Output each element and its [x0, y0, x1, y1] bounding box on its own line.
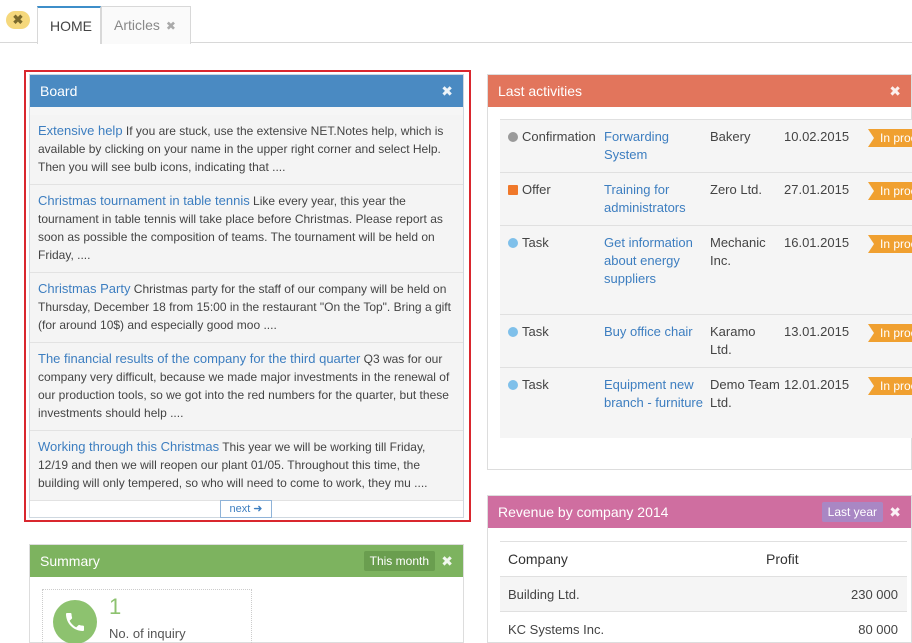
- inquiry-label: No. of inquiry: [109, 626, 186, 641]
- activity-type-label: Task: [522, 324, 549, 339]
- activity-date: 27.01.2015: [784, 182, 850, 197]
- summary-header: Summary This month ✖: [30, 545, 463, 577]
- revenue-title: Revenue by company 2014: [498, 504, 669, 520]
- list-item: Christmas tournament in table tennis Lik…: [30, 185, 463, 273]
- activity-subject-link[interactable]: Get information about energy suppliers: [604, 234, 704, 288]
- board-item-title-link[interactable]: Extensive help: [38, 123, 123, 138]
- activity-type: Confirmation: [508, 128, 598, 146]
- list-item: Extensive help If you are stuck, use the…: [30, 115, 463, 185]
- close-icon[interactable]: ✖: [166, 19, 176, 33]
- list-item: Christmas Party Christmas party for the …: [30, 273, 463, 343]
- phone-icon: [53, 600, 97, 643]
- activity-subject-link[interactable]: Forwarding System: [604, 128, 704, 164]
- activity-company: Mechanic Inc.: [710, 235, 766, 268]
- revenue-header: Revenue by company 2014 Last year ✖: [488, 496, 911, 528]
- table-row[interactable]: Confirmation Forwarding System Bakery 10.02…: [500, 119, 912, 172]
- board-item-title-link[interactable]: Christmas Party: [38, 281, 130, 296]
- activity-type-label: Task: [522, 235, 549, 250]
- tab-home[interactable]: HOME: [37, 6, 101, 44]
- inquiry-card: 1 No. of inquiry: [42, 589, 252, 643]
- activities-table: Confirmation Forwarding System Bakery 10.02…: [500, 119, 912, 438]
- activity-type-icon: [508, 132, 518, 142]
- activity-type: Task: [508, 376, 598, 394]
- board-item-title-link[interactable]: The financial results of the company for…: [38, 351, 360, 366]
- table-header-row: Company Profit: [500, 541, 907, 576]
- inquiry-count: 1: [109, 594, 122, 619]
- tab-bar: ✖ HOME Articles ✖: [0, 0, 912, 44]
- status-badge: In process: [868, 377, 912, 395]
- list-item: The financial results of the company for…: [30, 343, 463, 431]
- table-row[interactable]: Task Get information about energy supplie…: [500, 225, 912, 314]
- activity-type: Task: [508, 323, 598, 341]
- company-cell: Building Ltd.: [508, 587, 580, 602]
- activity-company: Karamo Ltd.: [710, 324, 756, 357]
- close-icon[interactable]: ✖: [889, 496, 901, 528]
- revenue-table: Company Profit Building Ltd. 230 000 KC …: [500, 541, 907, 643]
- activity-company: Zero Ltd.: [710, 182, 763, 197]
- activity-type-icon: [508, 380, 518, 390]
- table-row[interactable]: Offer Training for administrators Zero Ltd…: [500, 172, 912, 225]
- close-icon[interactable]: ✖: [441, 545, 453, 577]
- profit-cell: 80 000: [858, 622, 898, 637]
- activity-type-label: Task: [522, 377, 549, 392]
- next-button[interactable]: next ➜: [220, 500, 272, 518]
- activity-company: Bakery: [710, 129, 751, 144]
- board-list: Extensive help If you are stuck, use the…: [30, 107, 463, 501]
- activity-type-icon: [508, 238, 518, 248]
- activity-type: Task: [508, 234, 598, 252]
- activity-date: 12.01.2015: [784, 377, 850, 392]
- tab-articles-label: Articles: [114, 17, 160, 33]
- close-icon[interactable]: ✖: [889, 75, 901, 107]
- activity-date: 13.01.2015: [784, 324, 850, 339]
- activities-panel: Last activities ✖ Confirmation Forwarding…: [487, 74, 912, 470]
- board-panel: Board ✖ Extensive help If you are stuck,…: [29, 74, 464, 518]
- board-item-title-link[interactable]: Christmas tournament in table tennis: [38, 193, 250, 208]
- col-profit: Profit: [766, 551, 799, 567]
- status-badge: In process: [868, 235, 912, 253]
- company-cell: KC Systems Inc.: [508, 622, 605, 637]
- activity-type-label: Confirmation: [522, 129, 596, 144]
- activity-type: Offer: [508, 181, 598, 199]
- table-row[interactable]: Task Buy office chair Karamo Ltd. 13.01.201…: [500, 314, 912, 367]
- activity-company: Demo Team Ltd.: [710, 377, 780, 410]
- period-badge[interactable]: This month: [363, 551, 435, 571]
- activity-date: 10.02.2015: [784, 129, 850, 144]
- period-badge[interactable]: Last year: [821, 502, 883, 522]
- list-item: Working through this Christmas This year…: [30, 431, 463, 501]
- activity-type-icon: [508, 185, 518, 195]
- tab-articles[interactable]: Articles ✖: [101, 6, 191, 44]
- activity-subject-link[interactable]: Training for administrators: [604, 181, 704, 217]
- board-title: Board: [40, 83, 78, 99]
- summary-title: Summary: [40, 553, 100, 569]
- profit-cell: 230 000: [851, 587, 898, 602]
- table-row: Building Ltd. 230 000: [500, 576, 907, 611]
- table-row[interactable]: Task Equipment new branch - furniture Demo…: [500, 367, 912, 438]
- revenue-panel: Revenue by company 2014 Last year ✖ Comp…: [487, 495, 912, 643]
- activity-date: 16.01.2015: [784, 235, 850, 250]
- activity-subject-link[interactable]: Equipment new branch - furniture: [604, 376, 704, 412]
- status-badge: In process: [868, 182, 912, 200]
- status-badge: In process: [868, 324, 912, 342]
- col-company: Company: [508, 551, 568, 567]
- activities-title: Last activities: [498, 83, 583, 99]
- board-header: Board ✖: [30, 75, 463, 107]
- activity-type-label: Offer: [522, 182, 551, 197]
- close-all-icon[interactable]: ✖: [6, 11, 30, 29]
- summary-panel: Summary This month ✖ 1 No. of inquiry: [29, 544, 464, 643]
- close-icon[interactable]: ✖: [441, 75, 453, 107]
- status-badge: In process: [868, 129, 912, 147]
- table-row: KC Systems Inc. 80 000: [500, 611, 907, 643]
- activity-subject-link[interactable]: Buy office chair: [604, 323, 704, 341]
- activities-header: Last activities ✖: [488, 75, 911, 107]
- activity-type-icon: [508, 327, 518, 337]
- board-item-title-link[interactable]: Working through this Christmas: [38, 439, 219, 454]
